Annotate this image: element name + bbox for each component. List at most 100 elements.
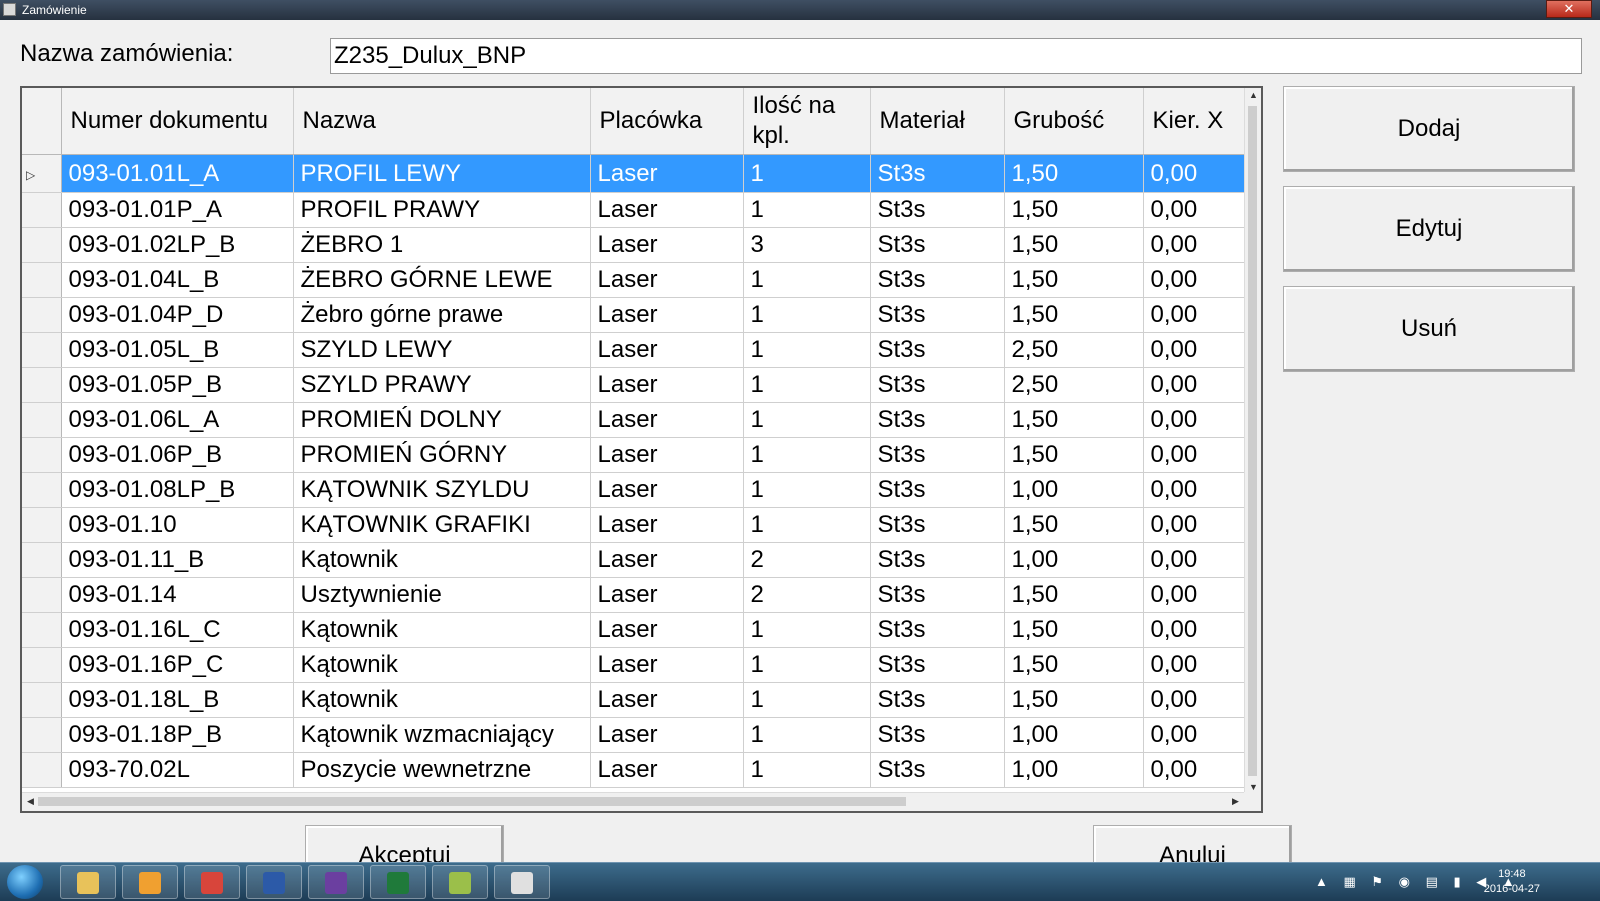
col-material-cell[interactable]: St3s	[870, 192, 1005, 228]
col-thickness-cell[interactable]: 1,00	[1004, 752, 1144, 788]
table-row[interactable]: 093-01.18L_B Kątownik Laser 1 St3s 1,50 0,00	[22, 682, 1249, 718]
col-quantity-cell[interactable]: 1	[743, 752, 871, 788]
edit-button[interactable]: Edytuj	[1283, 186, 1575, 272]
col-document-number-cell[interactable]: 093-01.06P_B	[61, 437, 294, 473]
taskbar-app[interactable]	[370, 865, 426, 899]
taskbar-app[interactable]	[432, 865, 488, 899]
col-thickness-cell[interactable]: 1,50	[1004, 682, 1144, 718]
col-quantity-cell[interactable]: 1	[743, 262, 871, 298]
col-quantity-cell[interactable]: 2	[743, 542, 871, 578]
col-thickness-cell[interactable]: 2,50	[1004, 332, 1144, 368]
clock[interactable]: 19:48 2016-04-27	[1484, 867, 1540, 897]
row-header[interactable]	[22, 752, 62, 788]
col-branch-cell[interactable]: Laser	[590, 154, 744, 193]
col-name-cell[interactable]: PROMIEŃ GÓRNY	[293, 437, 591, 473]
col-material-cell[interactable]: St3s	[870, 332, 1005, 368]
col-name-cell[interactable]: SZYLD LEWY	[293, 332, 591, 368]
col-document-number-cell[interactable]: 093-01.16P_C	[61, 647, 294, 683]
col-thickness-cell[interactable]: 1,50	[1004, 297, 1144, 333]
col-document-number-cell[interactable]: 093-01.01L_A	[61, 154, 294, 193]
col-quantity-cell[interactable]: 1	[743, 297, 871, 333]
row-header[interactable]	[22, 297, 62, 333]
col-quantity-cell[interactable]: 1	[743, 367, 871, 403]
col-direction-x-cell[interactable]: 0,00	[1143, 612, 1249, 648]
col-document-number-header[interactable]: Numer dokumentu	[61, 88, 294, 155]
table-row[interactable]: 093-01.04P_D Żebro górne prawe Laser 1 St3s 1…	[22, 297, 1249, 333]
col-direction-x-header[interactable]: Kier. X	[1143, 88, 1249, 155]
col-name-cell[interactable]: Kątownik	[293, 682, 591, 718]
col-document-number-cell[interactable]: 093-01.02LP_B	[61, 227, 294, 263]
col-name-cell[interactable]: KĄTOWNIK GRAFIKI	[293, 507, 591, 543]
col-quantity-cell[interactable]: 3	[743, 227, 871, 263]
parts-grid[interactable]: Numer dokumentu Nazwa Placówka Ilość na kpl…	[20, 86, 1263, 813]
col-name-cell[interactable]: Żebro górne prawe	[293, 297, 591, 333]
col-name-cell[interactable]: ŻEBRO 1	[293, 227, 591, 263]
col-branch-cell[interactable]: Laser	[590, 297, 744, 333]
col-material-header[interactable]: Materiał	[870, 88, 1005, 155]
col-branch-cell[interactable]: Laser	[590, 192, 744, 228]
taskbar-app[interactable]	[308, 865, 364, 899]
vertical-scroll-thumb[interactable]	[1248, 106, 1257, 776]
taskbar-app[interactable]	[184, 865, 240, 899]
col-quantity-cell[interactable]: 2	[743, 577, 871, 613]
col-direction-x-cell[interactable]: 0,00	[1143, 507, 1249, 543]
col-direction-x-cell[interactable]: 0,00	[1143, 192, 1249, 228]
col-branch-cell[interactable]: Laser	[590, 682, 744, 718]
col-quantity-cell[interactable]: 1	[743, 717, 871, 753]
col-material-cell[interactable]: St3s	[870, 682, 1005, 718]
row-header[interactable]	[22, 332, 62, 368]
col-name-cell[interactable]: Usztywnienie	[293, 577, 591, 613]
scroll-up-icon[interactable]: ▲	[1245, 90, 1261, 100]
col-name-cell[interactable]: Poszycie wewnetrzne	[293, 752, 591, 788]
table-row[interactable]: ▷ 093-01.01L_A PROFIL LEWY Laser 1 St3s 1,50 0,…	[22, 154, 1249, 193]
col-quantity-cell[interactable]: 1	[743, 402, 871, 438]
col-thickness-header[interactable]: Grubość	[1004, 88, 1144, 155]
col-material-cell[interactable]: St3s	[870, 612, 1005, 648]
col-branch-cell[interactable]: Laser	[590, 752, 744, 788]
col-thickness-cell[interactable]: 1,50	[1004, 227, 1144, 263]
col-document-number-cell[interactable]: 093-01.05L_B	[61, 332, 294, 368]
taskbar-app[interactable]	[494, 865, 550, 899]
row-header[interactable]	[22, 402, 62, 438]
col-material-cell[interactable]: St3s	[870, 752, 1005, 788]
col-document-number-cell[interactable]: 093-01.14	[61, 577, 294, 613]
close-button[interactable]: ✕	[1546, 0, 1592, 18]
col-branch-header[interactable]: Placówka	[590, 88, 744, 155]
col-direction-x-cell[interactable]: 0,00	[1143, 717, 1249, 753]
col-name-cell[interactable]: PROFIL PRAWY	[293, 192, 591, 228]
col-material-cell[interactable]: St3s	[870, 542, 1005, 578]
row-header[interactable]	[22, 717, 62, 753]
col-name-cell[interactable]: PROFIL LEWY	[293, 154, 591, 193]
col-quantity-cell[interactable]: 1	[743, 507, 871, 543]
col-direction-x-cell[interactable]: 0,00	[1143, 262, 1249, 298]
table-row[interactable]: 093-70.02L Poszycie wewnetrzne Laser 1 St3s 1…	[22, 752, 1249, 788]
col-document-number-cell[interactable]: 093-01.04P_D	[61, 297, 294, 333]
col-document-number-cell[interactable]: 093-01.04L_B	[61, 262, 294, 298]
row-header[interactable]: ▷	[22, 154, 62, 193]
table-row[interactable]: 093-01.06L_A PROMIEŃ DOLNY Laser 1 St3s 1,50 0…	[22, 402, 1249, 438]
col-quantity-cell[interactable]: 1	[743, 682, 871, 718]
col-material-cell[interactable]: St3s	[870, 262, 1005, 298]
col-document-number-cell[interactable]: 093-01.11_B	[61, 542, 294, 578]
col-branch-cell[interactable]: Laser	[590, 402, 744, 438]
col-document-number-cell[interactable]: 093-01.18L_B	[61, 682, 294, 718]
row-header[interactable]	[22, 227, 62, 263]
col-name-cell[interactable]: Kątownik	[293, 542, 591, 578]
col-direction-x-cell[interactable]: 0,00	[1143, 367, 1249, 403]
col-document-number-cell[interactable]: 093-01.18P_B	[61, 717, 294, 753]
col-thickness-cell[interactable]: 1,50	[1004, 437, 1144, 473]
col-thickness-cell[interactable]: 1,50	[1004, 577, 1144, 613]
row-header[interactable]	[22, 682, 62, 718]
col-material-cell[interactable]: St3s	[870, 577, 1005, 613]
table-row[interactable]: 093-01.08LP_B KĄTOWNIK SZYLDU Laser 1 St3s 1,…	[22, 472, 1249, 508]
table-row[interactable]: 093-01.06P_B PROMIEŃ GÓRNY Laser 1 St3s 1,50 0…	[22, 437, 1249, 473]
col-name-header[interactable]: Nazwa	[293, 88, 591, 155]
taskbar-app[interactable]	[246, 865, 302, 899]
table-row[interactable]: 093-01.04L_B ŻEBRO GÓRNE LEWE Laser 1 St3s 1,…	[22, 262, 1249, 298]
col-material-cell[interactable]: St3s	[870, 507, 1005, 543]
col-direction-x-cell[interactable]: 0,00	[1143, 577, 1249, 613]
col-name-cell[interactable]: Kątownik wzmacniający	[293, 717, 591, 753]
taskbar-app[interactable]	[122, 865, 178, 899]
col-thickness-cell[interactable]: 1,50	[1004, 262, 1144, 298]
col-material-cell[interactable]: St3s	[870, 437, 1005, 473]
